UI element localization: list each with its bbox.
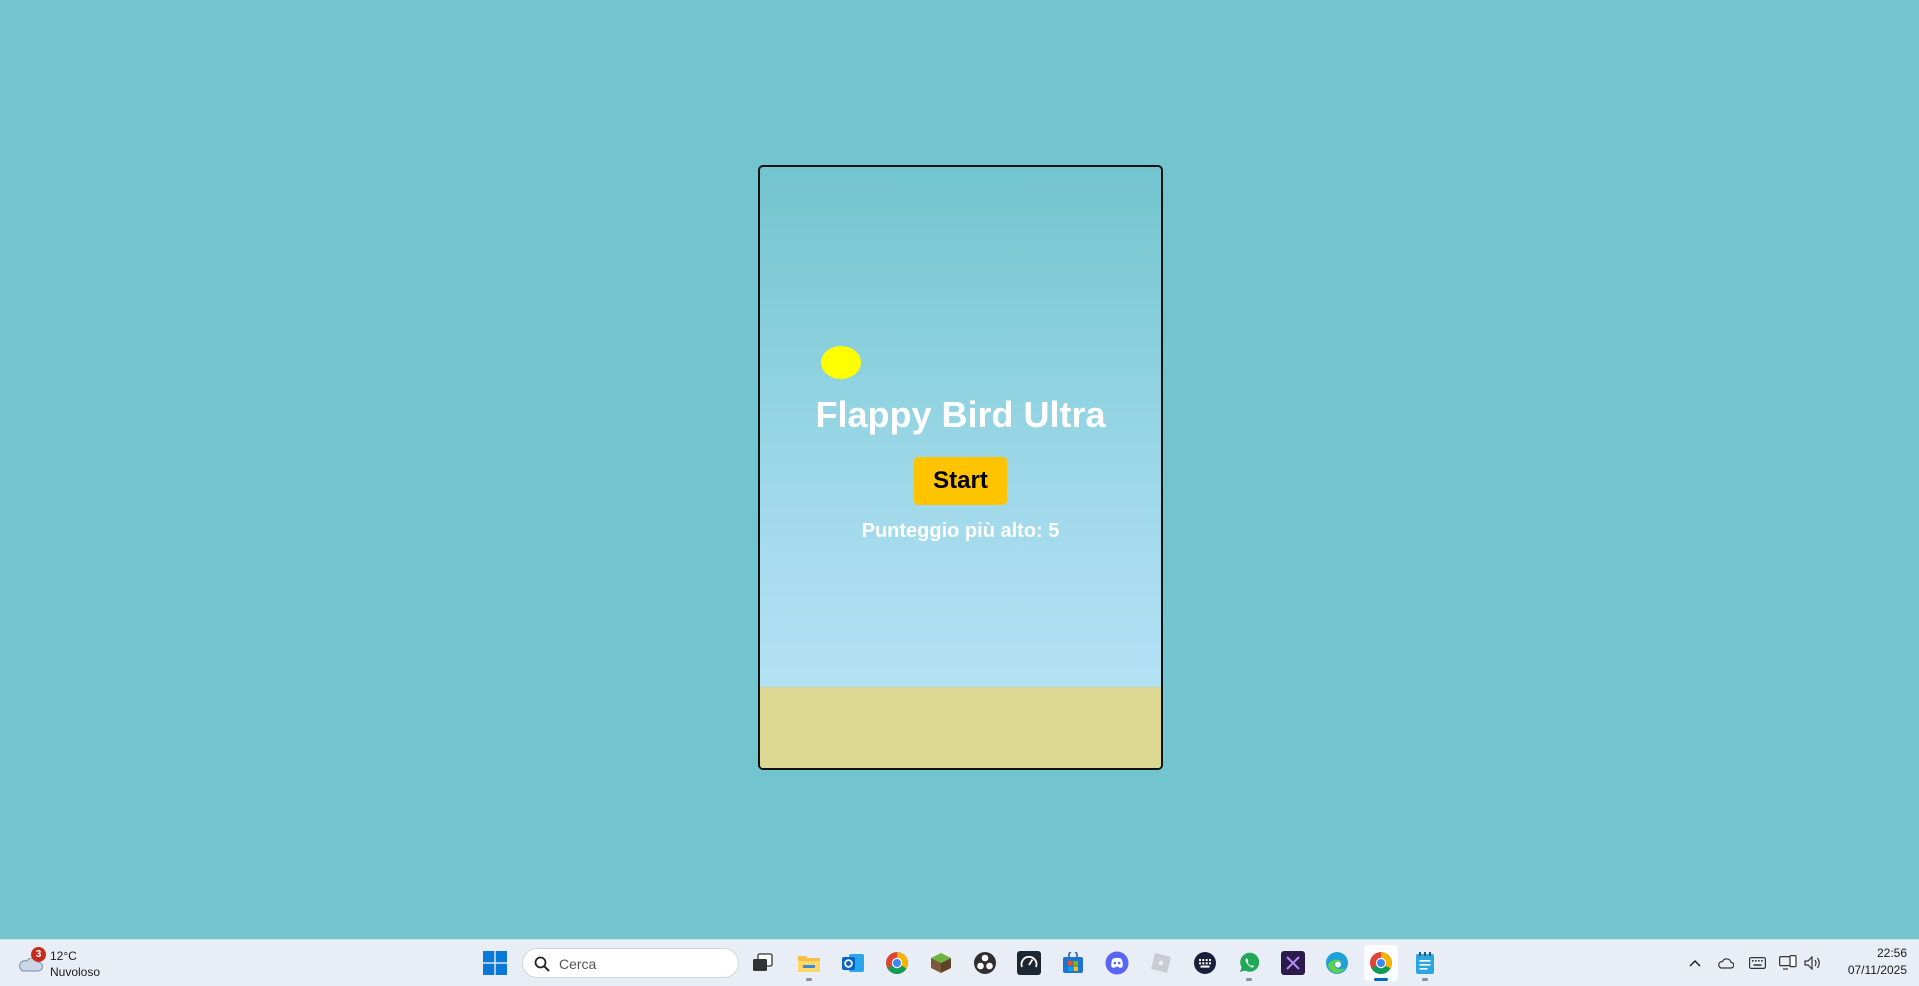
- onedrive-icon[interactable]: [1716, 954, 1734, 972]
- edge-icon[interactable]: [1323, 949, 1351, 977]
- notification-badge: 3: [31, 947, 46, 962]
- outlook-icon[interactable]: [839, 949, 867, 977]
- taskbar: 3 12°C Nuvoloso Cerca 22:56 07/11/2025: [0, 939, 1919, 986]
- volume-icon[interactable]: [1804, 954, 1822, 972]
- speedometer-icon[interactable]: [1015, 949, 1043, 977]
- weather-condition: Nuvoloso: [50, 965, 101, 979]
- notepad-icon[interactable]: [1411, 949, 1439, 981]
- obs-icon[interactable]: [971, 949, 999, 977]
- clock-time[interactable]: 22:56: [1855, 946, 1907, 960]
- whatsapp-icon[interactable]: [1235, 949, 1263, 981]
- bird: [821, 346, 861, 379]
- windows-start-icon[interactable]: [483, 951, 507, 975]
- microsoft-store-icon[interactable]: [1059, 949, 1087, 977]
- game-canvas[interactable]: Flappy Bird Ultra Start Punteggio più al…: [758, 165, 1163, 770]
- clock-date[interactable]: 07/11/2025: [1835, 963, 1907, 977]
- keyboard-app-icon[interactable]: [1191, 949, 1219, 977]
- chrome-icon[interactable]: [883, 949, 911, 977]
- network-icon[interactable]: [1779, 954, 1797, 972]
- search-box[interactable]: [522, 948, 739, 978]
- ground: [760, 687, 1161, 768]
- game-title: Flappy Bird Ultra: [815, 394, 1106, 435]
- file-explorer-icon[interactable]: [795, 949, 823, 981]
- chrome-active-icon[interactable]: [1364, 945, 1398, 981]
- visual-studio-icon[interactable]: [1279, 949, 1307, 977]
- start-button[interactable]: Start: [914, 457, 1007, 505]
- roblox-icon[interactable]: [1147, 949, 1175, 977]
- discord-icon[interactable]: [1103, 949, 1131, 977]
- keyboard-icon[interactable]: [1748, 954, 1766, 972]
- weather-temperature: 12°C: [50, 949, 77, 963]
- task-view-icon[interactable]: [749, 949, 777, 977]
- search-input[interactable]: [557, 954, 731, 974]
- chevron-up-icon[interactable]: [1686, 954, 1704, 972]
- highscore-label: Punteggio più alto: 5: [861, 520, 1060, 542]
- minecraft-icon[interactable]: [927, 949, 955, 977]
- search-icon: [534, 956, 550, 972]
